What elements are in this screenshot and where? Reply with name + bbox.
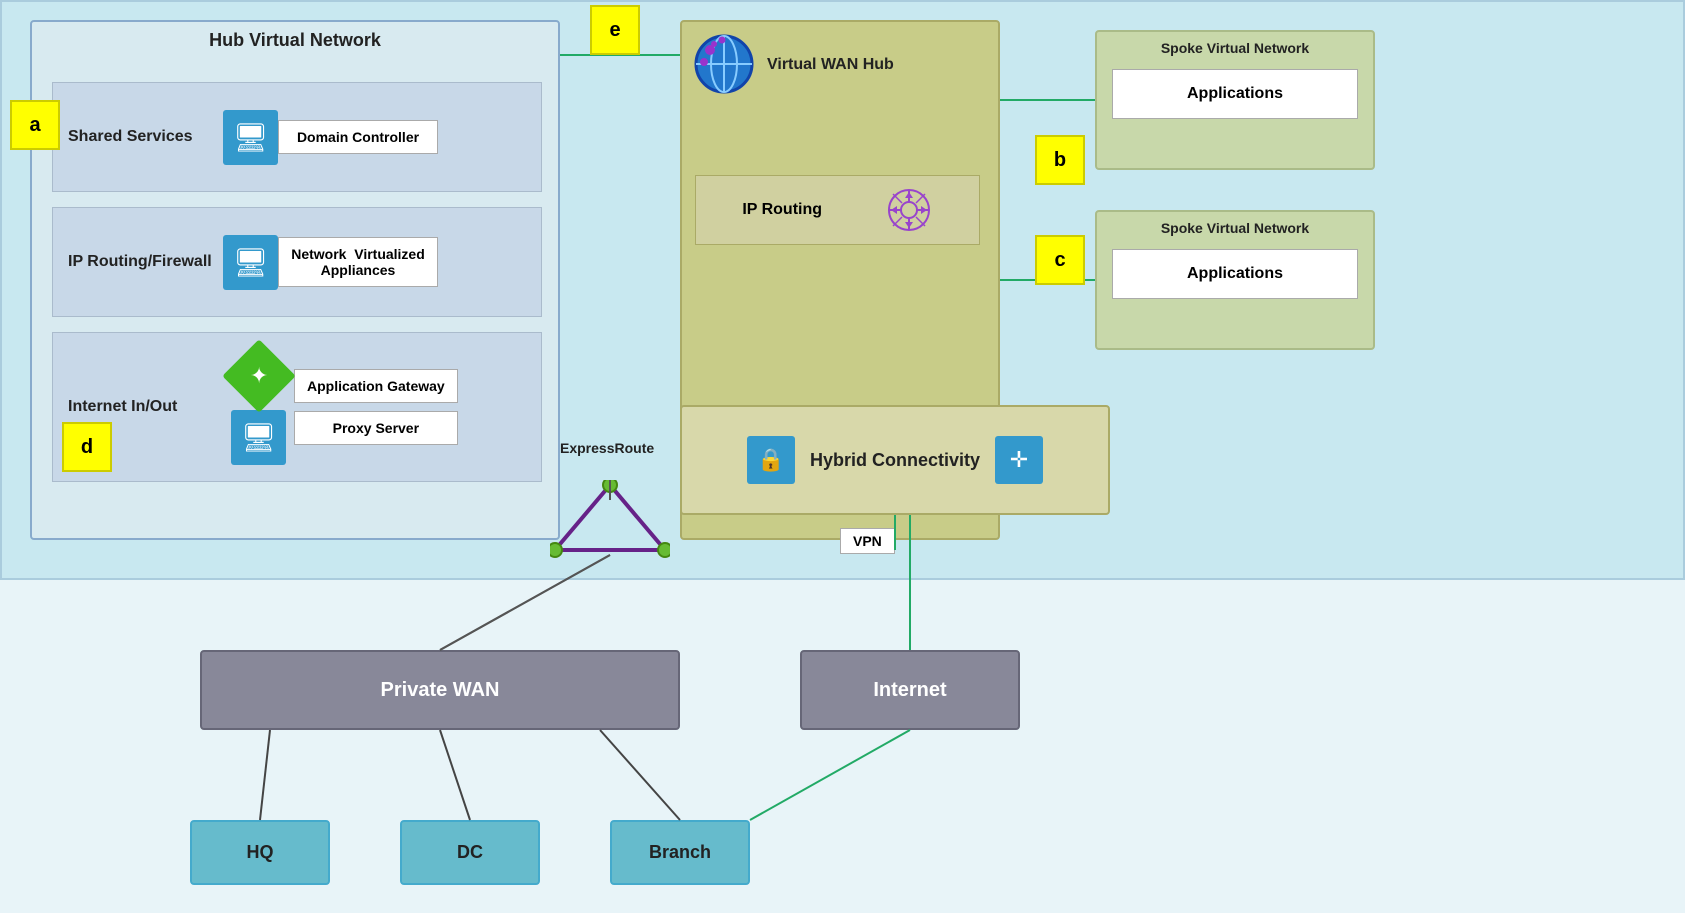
vwan-hub-title: Virtual WAN Hub: [767, 56, 894, 74]
dc-box: DC: [400, 820, 540, 885]
label-a: a: [10, 100, 60, 150]
vwan-hub-header: Virtual WAN Hub: [682, 22, 998, 107]
expressroute-label: ExpressRoute: [560, 440, 654, 456]
hq-label: HQ: [247, 842, 274, 863]
spoke-vnet-2-box: Spoke Virtual Network Applications: [1095, 210, 1375, 350]
spoke-vnet-1-apps: Applications: [1112, 69, 1358, 119]
internet-inout-label: Internet In/Out: [53, 398, 223, 416]
hq-box: HQ: [190, 820, 330, 885]
globe-icon: [692, 32, 757, 97]
ip-routing-firewall-label: IP Routing/Firewall: [53, 253, 223, 271]
hybrid-move-right-icon: ✛: [995, 436, 1043, 484]
expressroute-triangle: [550, 480, 670, 560]
private-wan-box: Private WAN: [200, 650, 680, 730]
label-b: b: [1035, 135, 1085, 185]
label-c: c: [1035, 235, 1085, 285]
hub-vnet-title: Hub Virtual Network: [32, 22, 558, 59]
branch-box: Branch: [610, 820, 750, 885]
shared-services-icon: 🖥: [223, 110, 278, 165]
dc-label: DC: [457, 842, 483, 863]
vpn-box: VPN: [840, 528, 895, 554]
app-gateway-icon: ✦: [222, 339, 296, 413]
internet-components: Application Gateway Proxy Server: [294, 369, 458, 445]
app-gateway-icon-inner: ✦: [249, 363, 267, 389]
internet-node-box: Internet: [800, 650, 1020, 730]
diagram-container: Hub Virtual Network Shared Services 🖥 Do…: [0, 0, 1685, 913]
internet-inout-row: Internet In/Out ✦ 🖥 Application Gateway …: [52, 332, 542, 482]
spoke-vnet-1-box: Spoke Virtual Network Applications: [1095, 30, 1375, 170]
ip-routing-firewall-icon: 🖥: [223, 235, 278, 290]
domain-controller-box: Domain Controller: [278, 120, 438, 154]
ip-routing-icon: [885, 186, 933, 234]
shared-services-label: Shared Services: [53, 128, 223, 146]
hybrid-lock-left-icon: 🔒: [747, 436, 795, 484]
network-virtualized-appliances-text: Network VirtualizedAppliances: [291, 246, 425, 278]
proxy-server-icon: 🖥: [231, 410, 286, 465]
proxy-server-box: Proxy Server: [294, 411, 458, 445]
private-wan-label: Private WAN: [381, 679, 500, 702]
label-d: d: [62, 422, 112, 472]
internet-node-label: Internet: [873, 679, 946, 702]
spoke-vnet-2-title: Spoke Virtual Network: [1097, 212, 1373, 244]
ip-routing-firewall-row: IP Routing/Firewall 🖥 Network Virtualize…: [52, 207, 542, 317]
hub-vnet-box: Hub Virtual Network Shared Services 🖥 Do…: [30, 20, 560, 540]
vpn-label: VPN: [853, 533, 882, 549]
spoke-vnet-1-title: Spoke Virtual Network: [1097, 32, 1373, 64]
ip-routing-inner-box: IP Routing: [695, 175, 980, 245]
hybrid-connectivity-box: 🔒 Hybrid Connectivity ✛: [680, 405, 1110, 515]
label-e: e: [590, 5, 640, 55]
internet-inout-icons: ✦ 🖥: [231, 350, 286, 465]
hybrid-connectivity-title: Hybrid Connectivity: [810, 450, 980, 471]
spoke-vnet-2-apps: Applications: [1112, 249, 1358, 299]
shared-services-row: Shared Services 🖥 Domain Controller: [52, 82, 542, 192]
ip-routing-label: IP Routing: [742, 201, 822, 219]
application-gateway-box: Application Gateway: [294, 369, 458, 403]
branch-label: Branch: [649, 842, 711, 863]
expressroute-triangle-svg: [550, 480, 670, 560]
network-virtualized-appliances-box: Network VirtualizedAppliances: [278, 237, 438, 287]
